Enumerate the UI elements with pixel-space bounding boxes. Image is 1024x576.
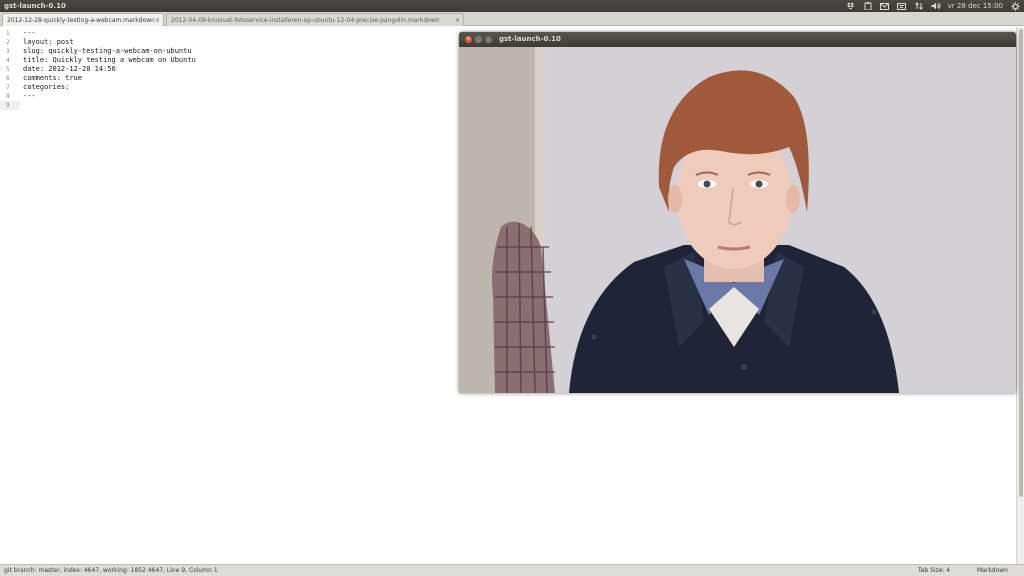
keyboard-icon[interactable]: [897, 2, 907, 10]
minimize-icon[interactable]: −: [475, 36, 482, 43]
tab-close-icon[interactable]: ×: [455, 14, 460, 26]
code-line[interactable]: [23, 101, 196, 110]
line-number: 8: [6, 93, 10, 100]
mail-icon[interactable]: [880, 2, 890, 10]
webcam-video-feed: [459, 47, 1016, 393]
code-area[interactable]: --- layout: post slug: quickly-testing-a…: [23, 29, 196, 110]
clipboard-icon[interactable]: [863, 2, 873, 10]
maximize-icon[interactable]: □: [485, 36, 492, 43]
scrollbar-thumb[interactable]: [1019, 29, 1023, 497]
active-app-title: gst-launch-0.10: [4, 2, 66, 10]
line-number: 9: [6, 102, 10, 109]
tab-close-icon[interactable]: ×: [155, 14, 160, 26]
line-number: 1: [6, 30, 10, 37]
indicator-area: vr 28 dec 15:00: [846, 0, 1020, 12]
top-panel: gst-launch-0.10 vr 28 dec 15:00: [0, 0, 1024, 12]
clock[interactable]: vr 28 dec 15:00: [948, 0, 1003, 12]
status-bar: git branch: master, index: 4647, working…: [0, 564, 1024, 576]
line-number: 7: [6, 84, 10, 91]
git-status-text: git branch: master, index: 4647, working…: [4, 567, 218, 574]
gst-launch-window[interactable]: × − □ gst-launch-0.10: [459, 32, 1016, 393]
code-line[interactable]: layout: post: [23, 38, 196, 47]
editor-tab-bar: 2012-12-28-quickly-testing-a-webcam.mark…: [0, 12, 1024, 26]
line-number: 4: [6, 57, 10, 64]
tab-label: 2012-04-09-kruisvat-fotoservice-installe…: [171, 17, 440, 24]
line-number-gutter: 1 2 3 4 5 6 7 8 9: [0, 29, 20, 110]
line-number: 6: [6, 75, 10, 82]
code-line[interactable]: ---: [23, 29, 196, 38]
code-line[interactable]: date: 2012-12-28 14:56: [23, 65, 196, 74]
settings-gear-icon[interactable]: [1010, 1, 1020, 11]
code-line[interactable]: categories:: [23, 83, 196, 92]
vertical-scrollbar[interactable]: [1016, 27, 1024, 564]
close-icon[interactable]: ×: [465, 36, 472, 43]
line-number: 2: [6, 39, 10, 46]
dropbox-icon[interactable]: [846, 2, 856, 10]
window-titlebar[interactable]: × − □ gst-launch-0.10: [459, 32, 1016, 47]
syntax-selector[interactable]: Markdown: [977, 565, 1008, 576]
tab-label: 2012-12-28-quickly-testing-a-webcam.mark…: [7, 17, 155, 24]
webcam-image: [459, 47, 1016, 393]
network-icon[interactable]: [914, 2, 924, 10]
window-title: gst-launch-0.10: [499, 35, 561, 43]
line-number: 5: [6, 66, 10, 73]
volume-icon[interactable]: [931, 2, 941, 10]
line-number: 3: [6, 48, 10, 55]
code-line[interactable]: ---: [23, 92, 196, 101]
code-line[interactable]: comments: true: [23, 74, 196, 83]
tab-size-selector[interactable]: Tab Size: 4: [918, 565, 950, 576]
tab-quickly-testing-a-webcam[interactable]: 2012-12-28-quickly-testing-a-webcam.mark…: [2, 13, 164, 26]
tab-kruisvat-fotoservice[interactable]: 2012-04-09-kruisvat-fotoservice-installe…: [166, 13, 464, 26]
code-line[interactable]: slug: quickly-testing-a-webcam-on-ubuntu: [23, 47, 196, 56]
code-line[interactable]: title: Quickly testing a webcam on Ubunt…: [23, 56, 196, 65]
